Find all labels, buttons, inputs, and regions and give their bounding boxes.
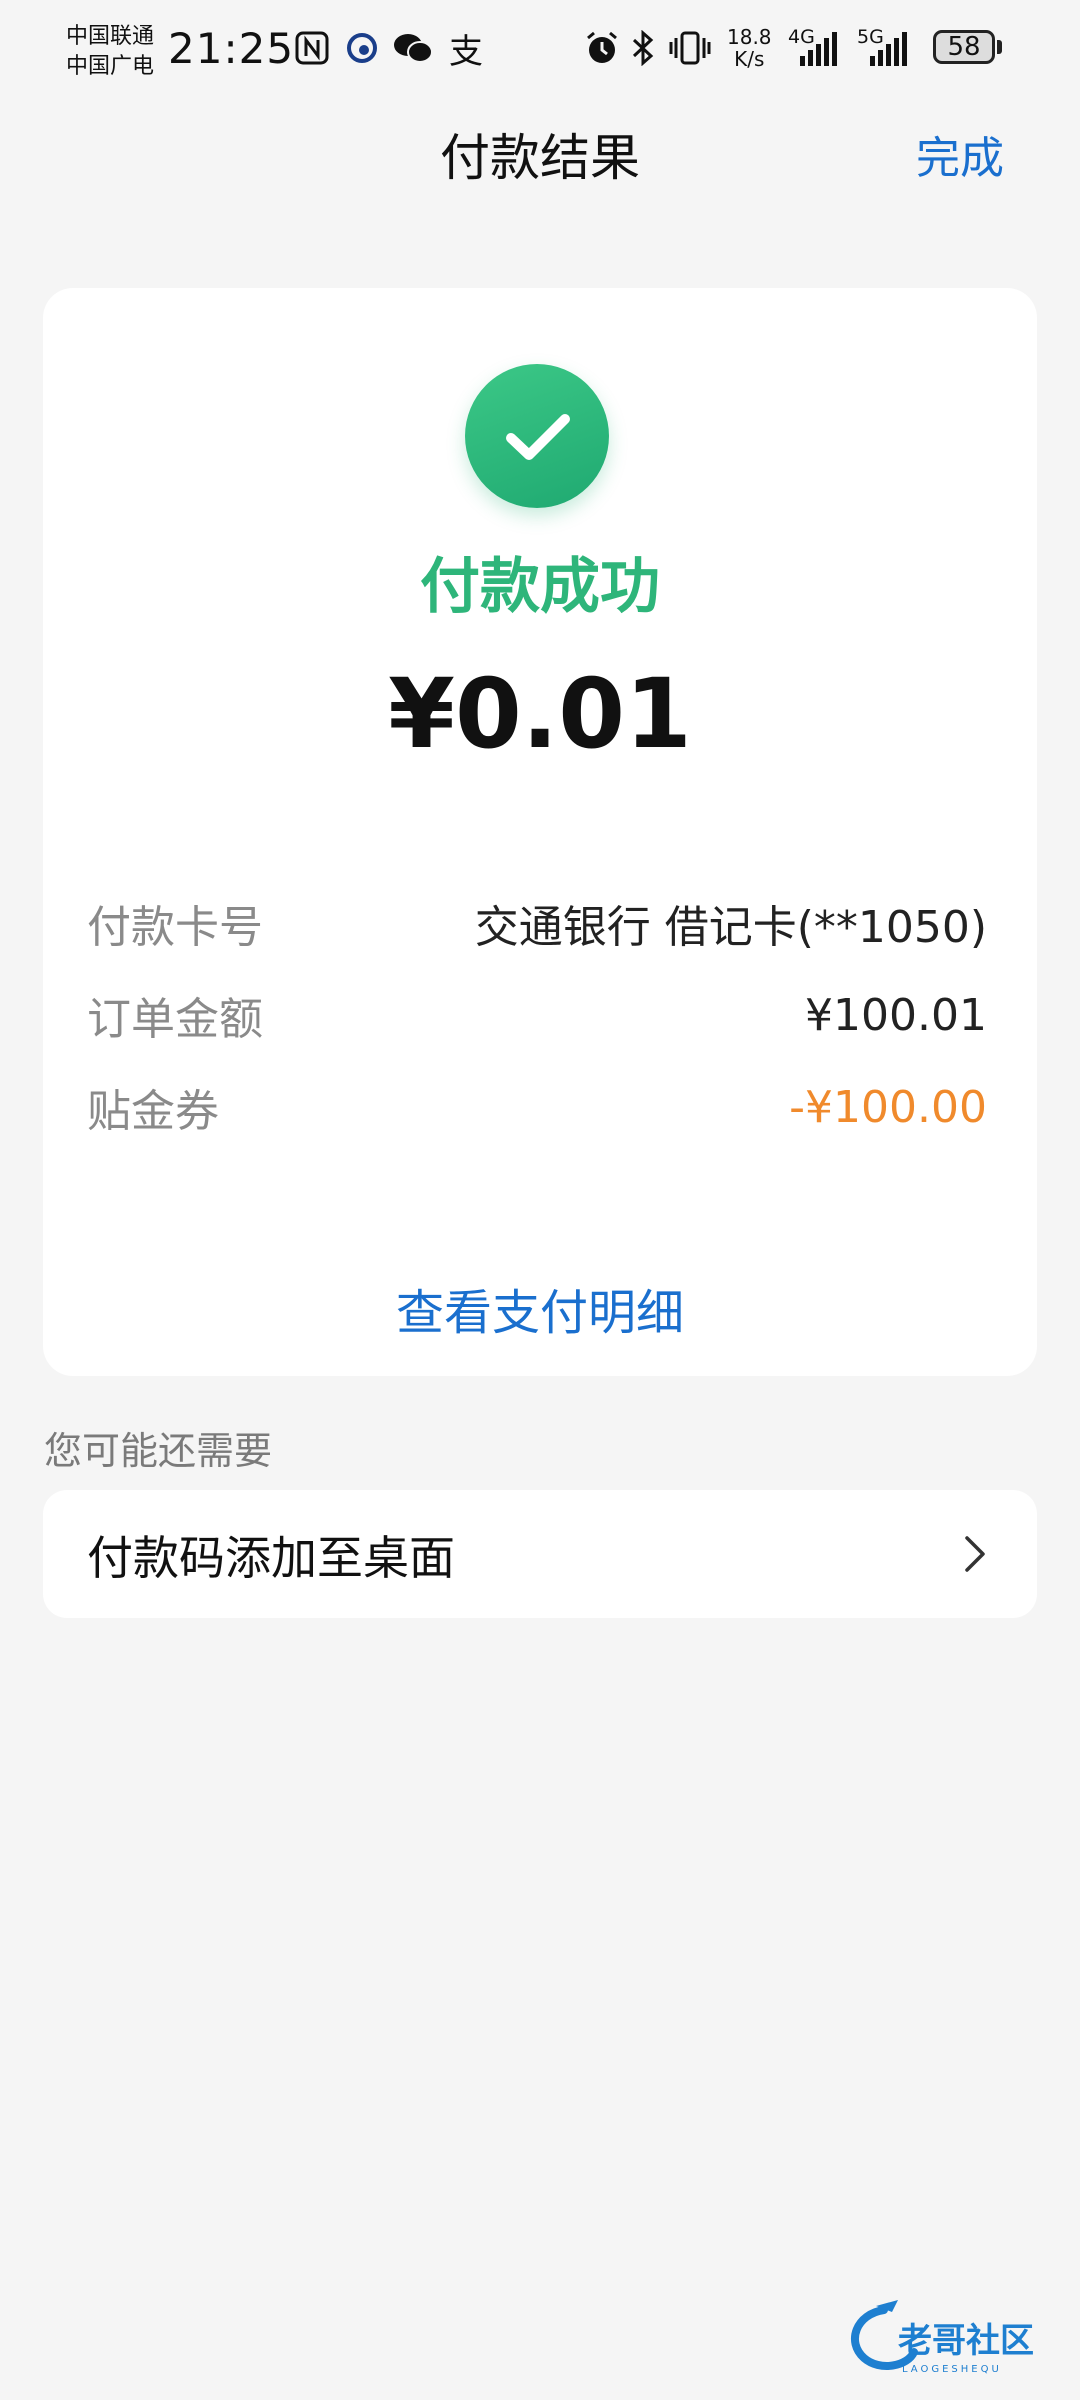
- battery-indicator: 58: [933, 30, 995, 64]
- watermark-logo: 老哥社区 LAOGESHEQU: [851, 2300, 1034, 2375]
- row-value: 交通银行 借记卡(**1050): [474, 902, 987, 953]
- order-amount-row: 订单金额 ¥100.01: [87, 985, 987, 1046]
- watermark-text: 老哥社区: [898, 2321, 1034, 2361]
- row-label: 付款卡号: [87, 902, 263, 953]
- payment-amount: ¥0.01: [388, 658, 692, 770]
- row-label: 贴金券: [87, 1086, 219, 1137]
- net-speed-value: 18.8: [727, 25, 772, 49]
- vibrate-icon: [666, 28, 714, 68]
- bluetooth-icon: [628, 28, 658, 68]
- status-bar: 中国联通 中国广电 21:25 支 18.8 K/s 4G 5G 58: [0, 0, 1080, 100]
- carrier-info: 中国联通 中国广电: [66, 22, 154, 82]
- watermark-subtext: LAOGESHEQU: [902, 2364, 1002, 2375]
- list-item-label: 付款码添加至桌面: [87, 1531, 455, 1585]
- status-time: 21:25: [168, 24, 295, 73]
- carrier-1: 中国联通: [66, 24, 155, 49]
- alipay-icon: 支: [449, 31, 483, 72]
- app-notification-icon: [344, 28, 380, 68]
- suggestions-title: 您可能还需要: [44, 1429, 273, 1473]
- row-value: ¥100.01: [805, 989, 987, 1041]
- payment-status: 付款成功: [420, 552, 660, 622]
- coupon-row: 贴金券 -¥100.00: [87, 1077, 987, 1138]
- carrier-2: 中国广电: [66, 54, 155, 79]
- nfc-icon: [292, 28, 332, 68]
- network-speed: 18.8 K/s: [727, 26, 772, 70]
- row-value: -¥100.00: [789, 1081, 987, 1133]
- net-speed-unit: K/s: [734, 47, 765, 71]
- alarm-icon: [582, 28, 622, 68]
- wechat-icon: [390, 28, 436, 68]
- chevron-right-icon: [965, 1536, 985, 1572]
- payment-result-card: 付款成功 ¥0.01 付款卡号 交通银行 借记卡(**1050) 订单金额 ¥1…: [43, 288, 1037, 1376]
- battery-nub: [997, 40, 1002, 54]
- signal-2-bars: [870, 30, 907, 66]
- payment-card-row: 付款卡号 交通银行 借记卡(**1050): [87, 893, 987, 953]
- signal-1-bars: [800, 30, 837, 66]
- done-button[interactable]: 完成: [916, 122, 1004, 186]
- row-label: 订单金额: [87, 994, 263, 1045]
- view-payment-details-link[interactable]: 查看支付明细: [43, 1273, 1037, 1343]
- add-payment-code-to-desktop-item[interactable]: 付款码添加至桌面: [43, 1490, 1037, 1618]
- success-check-icon: [465, 364, 609, 508]
